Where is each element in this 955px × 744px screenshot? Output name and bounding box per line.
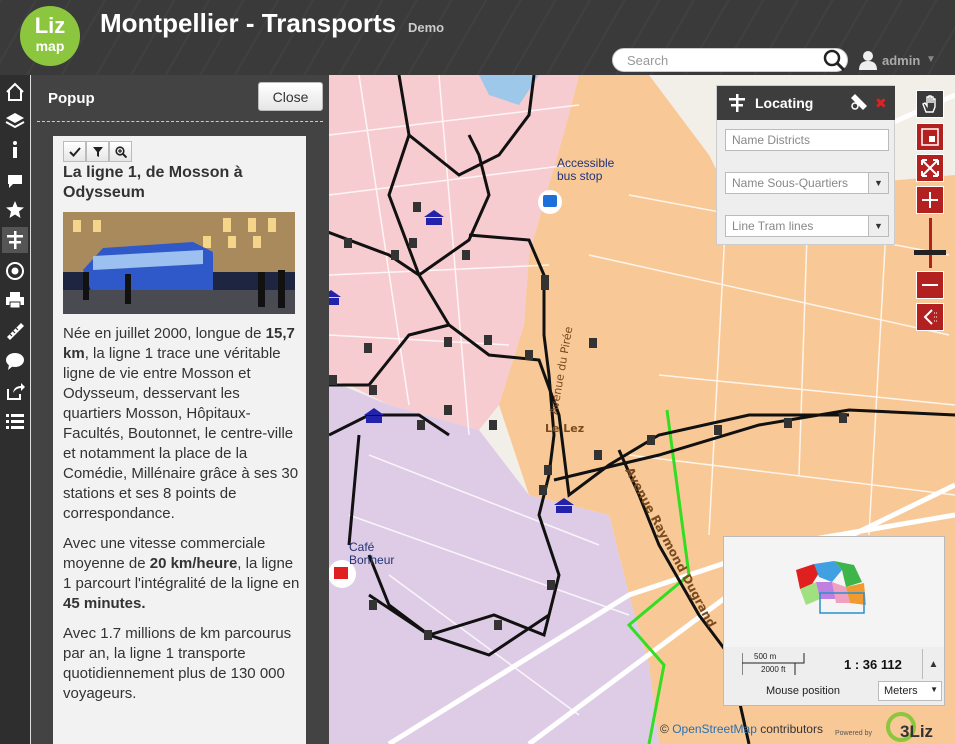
popup-content: La ligne 1, de Mosson à Odysseum Née en …: [53, 136, 306, 744]
locating-panel: Locating ✖ Name Districts Name Sous-Quar…: [716, 85, 895, 245]
paragraph-1: Née en juillet 2000, longue de 15,7 km, …: [63, 325, 299, 522]
osm-link[interactable]: OpenStreetMap: [672, 722, 757, 736]
line-tram-select[interactable]: Line Tram lines ▼: [725, 215, 889, 237]
locating-title: Locating: [755, 95, 814, 111]
zoom-box-icon: [921, 128, 939, 146]
zoom-in-button[interactable]: [916, 186, 944, 214]
feature-title: La ligne 1, de Mosson à Odysseum: [63, 164, 243, 201]
pan-button[interactable]: [916, 90, 944, 118]
user-icon[interactable]: [858, 50, 878, 70]
popup-actions: [63, 141, 132, 162]
search-input[interactable]: [612, 48, 848, 72]
list-icon[interactable]: [2, 408, 28, 434]
overview-map[interactable]: [724, 537, 944, 647]
3liz-brand: 3Liz: [900, 722, 934, 741]
page-title: Montpellier - Transports: [100, 8, 397, 38]
powered-by-label: Powered by: [835, 730, 872, 737]
zoom-out-button[interactable]: [916, 271, 944, 299]
paragraph-2: Avec une vitesse commerciale moyenne de …: [63, 535, 300, 612]
header-bar: Liz map Montpellier - Transports Demo ad…: [0, 0, 955, 75]
zoom-slider[interactable]: [929, 218, 932, 268]
scale-ratio: 1 : 36 112: [844, 657, 902, 672]
chevron-down-icon: ▼: [930, 685, 938, 694]
target-icon[interactable]: [2, 258, 28, 284]
share-icon[interactable]: [2, 378, 28, 404]
mouse-position-label: Mouse position: [766, 685, 840, 697]
locate-icon[interactable]: [2, 227, 28, 253]
divider: [37, 121, 323, 122]
layers-icon[interactable]: [2, 108, 28, 134]
zoom-in-icon: [922, 192, 938, 208]
info-icon[interactable]: [2, 137, 28, 163]
close-icon[interactable]: ✖: [875, 95, 887, 112]
name-districts-select[interactable]: Name Districts: [725, 129, 889, 151]
pan-icon: [922, 95, 936, 113]
map-attribution: © OpenStreetMap contributors: [660, 722, 823, 736]
zoom-out-icon: [922, 284, 938, 286]
locating-icon: [729, 94, 745, 112]
name-sous-quartiers-select[interactable]: Name Sous-Quartiers ▼: [725, 172, 889, 194]
overview-toggle-button[interactable]: ▲: [922, 649, 944, 679]
map-label-bus-stop: Accessible bus stop: [557, 156, 615, 183]
zoom-extent-icon: [921, 159, 939, 177]
zoom-slider-handle[interactable]: [914, 250, 946, 255]
scale-imperial: 2000 ft: [761, 665, 786, 674]
river-label-lez: Le Lez: [545, 422, 584, 435]
zoom-icon[interactable]: [109, 141, 132, 162]
map-label-cafe: Café Bonheur: [349, 540, 395, 567]
chat-icon[interactable]: [2, 348, 28, 374]
name-sous-quartiers-label: Name Sous-Quartiers: [732, 176, 849, 190]
user-menu[interactable]: admin: [882, 53, 920, 68]
logo-text-liz: Liz: [34, 13, 66, 38]
units-value: Meters: [884, 685, 918, 697]
home-icon[interactable]: [2, 79, 28, 105]
chevron-down-icon[interactable]: ▼: [868, 216, 888, 236]
lizmap-logo[interactable]: Liz map: [20, 6, 80, 66]
check-icon[interactable]: [63, 141, 86, 162]
paragraph-3: Avec 1.7 millions de km parcourus par an…: [63, 625, 292, 702]
logo-text-map: map: [35, 38, 65, 54]
feature-description: Née en juillet 2000, longue de 15,7 km, …: [63, 324, 301, 714]
popup-title: Popup: [48, 90, 95, 107]
filter-icon[interactable]: [86, 141, 109, 162]
locating-header: Locating ✖: [717, 86, 895, 120]
print-icon[interactable]: [2, 287, 28, 313]
previous-icon: [923, 309, 937, 325]
clear-tool-icon[interactable]: [849, 92, 869, 112]
chevron-down-icon[interactable]: ▼: [926, 54, 936, 65]
zoom-extent-button[interactable]: [916, 154, 944, 182]
left-toolbar: [0, 75, 30, 744]
close-button[interactable]: Close: [258, 82, 323, 111]
scale-metric: 500 m: [754, 652, 777, 661]
line-tram-label: Line Tram lines: [732, 219, 814, 233]
overview-panel: 500 m 2000 ft 1 : 36 112 ▲ Mouse positio…: [723, 536, 945, 706]
zoom-box-button[interactable]: [916, 123, 944, 151]
popup-panel: Popup Close La ligne 1, de Mosson à Odys…: [31, 75, 329, 744]
units-select[interactable]: Meters ▼: [878, 681, 942, 701]
previous-extent-button[interactable]: [916, 303, 944, 331]
measure-icon[interactable]: [2, 318, 28, 344]
star-icon[interactable]: [2, 197, 28, 223]
feature-photo: [63, 212, 295, 314]
search-icon[interactable]: [822, 48, 846, 72]
comment-icon[interactable]: [2, 168, 28, 194]
page-subtitle: Demo: [408, 20, 445, 35]
chevron-down-icon[interactable]: ▼: [868, 173, 888, 193]
